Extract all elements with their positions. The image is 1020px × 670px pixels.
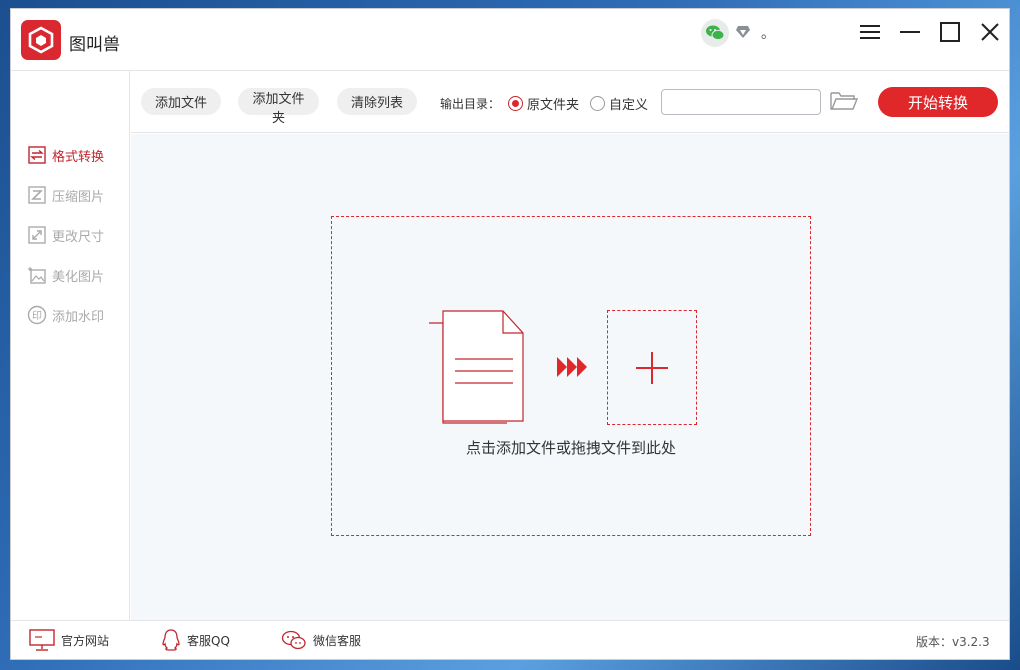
compress-icon xyxy=(27,185,47,205)
wechat-service-link[interactable]: 微信客服 xyxy=(281,629,361,651)
sidebar-item-beautify[interactable]: 美化图片 xyxy=(27,263,104,287)
triple-arrow-icon xyxy=(557,355,589,383)
wechat-service-label: 微信客服 xyxy=(313,633,362,648)
sidebar-item-resize[interactable]: 更改尺寸 xyxy=(27,223,104,247)
sidebar-item-label: 压缩图片 xyxy=(52,189,105,205)
account-area: 。 xyxy=(701,19,775,47)
wechat-login-icon[interactable] xyxy=(701,19,729,47)
start-convert-button[interactable]: 开始转换 xyxy=(878,87,998,117)
main-area: 点击添加文件或拖拽文件到此处 xyxy=(131,134,1009,620)
sidebar-item-format-convert[interactable]: 格式转换 xyxy=(27,143,104,167)
vip-status-text: 。 xyxy=(761,26,775,42)
close-icon xyxy=(981,23,999,41)
footer: 官方网站 客服QQ 微信客服 版本：v3.2.3 xyxy=(11,620,1009,659)
sidebar-item-watermark[interactable]: 印 添加水印 xyxy=(27,303,104,327)
beautify-icon xyxy=(27,265,47,285)
sidebar-item-label: 美化图片 xyxy=(52,269,105,285)
radio-custom-indicator[interactable] xyxy=(590,96,605,111)
add-folder-button[interactable]: 添加文件夹 xyxy=(238,88,319,126)
add-file-button[interactable]: 添加文件 xyxy=(141,88,221,115)
toolbar: 添加文件 添加文件夹 清除列表 输出目录： 原文件夹 自定义 开始转换 xyxy=(131,71,1009,133)
radio-custom-label: 自定义 xyxy=(609,98,649,113)
add-file-box[interactable] xyxy=(607,310,697,425)
vip-diamond-icon[interactable] xyxy=(735,24,751,43)
app-window: 图叫兽 。 格式转换 压缩图片 更改尺寸 美化图片 印 添加水印 添加文件 添加… xyxy=(10,8,1010,660)
hamburger-icon xyxy=(860,25,880,39)
folder-open-icon xyxy=(830,92,859,110)
sidebar-item-label: 格式转换 xyxy=(52,149,105,165)
minimize-icon xyxy=(900,31,920,33)
maximize-button[interactable] xyxy=(933,17,967,47)
version-label: 版本：v3.2.3 xyxy=(916,635,990,649)
sidebar-item-label: 更改尺寸 xyxy=(52,229,105,245)
radio-original-label: 原文件夹 xyxy=(527,98,580,113)
title-bar: 图叫兽 。 xyxy=(11,9,1009,71)
radio-original-indicator[interactable] xyxy=(508,96,523,111)
customer-qq-label: 客服QQ xyxy=(187,633,230,648)
sidebar-item-compress[interactable]: 压缩图片 xyxy=(27,183,104,207)
close-button[interactable] xyxy=(973,17,1007,47)
qq-icon xyxy=(162,629,180,651)
maximize-icon xyxy=(940,22,960,42)
watermark-icon: 印 xyxy=(27,305,47,325)
minimize-button[interactable] xyxy=(893,17,927,47)
clear-list-button[interactable]: 清除列表 xyxy=(337,88,417,115)
radio-original-folder[interactable]: 原文件夹 xyxy=(508,94,579,113)
monitor-icon xyxy=(29,629,55,651)
app-title: 图叫兽 xyxy=(69,35,120,55)
browse-folder-button[interactable] xyxy=(829,89,859,115)
format-convert-icon xyxy=(27,145,47,165)
app-logo xyxy=(21,20,61,60)
output-path-input[interactable] xyxy=(661,89,821,115)
official-website-link[interactable]: 官方网站 xyxy=(29,629,109,651)
output-directory-label: 输出目录： xyxy=(440,97,501,111)
sidebar: 格式转换 压缩图片 更改尺寸 美化图片 印 添加水印 xyxy=(11,71,130,620)
svg-text:印: 印 xyxy=(32,310,42,322)
sidebar-item-label: 添加水印 xyxy=(52,309,105,325)
plus-icon xyxy=(636,351,668,384)
radio-custom-folder[interactable]: 自定义 xyxy=(590,94,648,113)
wechat-icon xyxy=(281,630,306,650)
resize-icon xyxy=(27,225,47,245)
file-drop-zone[interactable]: 点击添加文件或拖拽文件到此处 xyxy=(331,216,811,536)
drop-zone-hint: 点击添加文件或拖拽文件到此处 xyxy=(465,439,676,457)
documents-icon xyxy=(427,309,527,431)
official-website-label: 官方网站 xyxy=(61,633,110,648)
customer-qq-link[interactable]: 客服QQ xyxy=(161,629,230,651)
menu-button[interactable] xyxy=(853,17,887,47)
